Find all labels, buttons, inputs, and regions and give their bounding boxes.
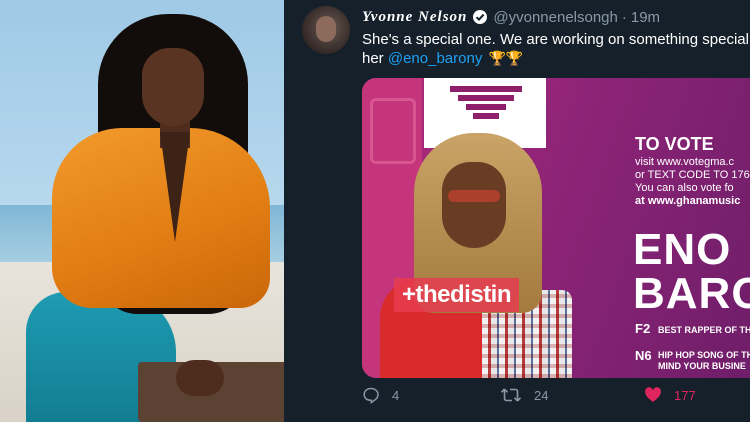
category-code: F2 [635, 321, 651, 336]
reply-icon [363, 387, 379, 404]
tweet-timestamp[interactable]: 19m [631, 9, 660, 26]
tweet-card: Yvonne Nelson @yvonnenelsongh · 19m She'… [284, 0, 750, 422]
reply-button[interactable]: 4 [362, 386, 399, 404]
nominee-face [442, 162, 506, 248]
nominee-first-name: ENO [633, 225, 732, 274]
verified-badge-icon [472, 9, 488, 25]
vote-title: TO VOTE [635, 134, 714, 154]
trophy-icon: 🏆🏆 [488, 50, 524, 66]
avatar[interactable] [302, 6, 350, 54]
watermark: +thedistin [394, 278, 520, 312]
tweet-text: She's a special one. We are working on s… [362, 30, 750, 68]
like-button[interactable]: 177 [644, 386, 696, 404]
vote-line: or TEXT CODE TO 176 [635, 169, 750, 181]
nominee-last-name: BARO [633, 269, 750, 318]
photo-hand [176, 360, 224, 396]
watermark-text: +thedistin [402, 281, 512, 308]
avatar-face [316, 16, 336, 42]
heart-icon [645, 387, 661, 402]
photo-face [142, 48, 204, 126]
photo-orange-blazer [52, 128, 270, 308]
tweet-actions: 4 24 177 [362, 386, 742, 408]
vote-line: visit www.votegma.c [635, 156, 735, 168]
logo-bar [473, 113, 499, 119]
category-description: HIP HOP SONG OF TH [658, 350, 750, 360]
display-name[interactable]: Yvonne Nelson [362, 9, 467, 26]
retweet-icon [500, 388, 522, 402]
mention-link[interactable]: @eno_barony [388, 50, 482, 67]
category-description: BEST RAPPER OF TH [658, 325, 750, 335]
separator-dot: · [621, 8, 627, 26]
vote-instructions: visit www.votegma.c or TEXT CODE TO 176 … [635, 156, 750, 208]
retweet-count: 24 [534, 387, 549, 403]
user-handle[interactable]: @yvonnenelsongh [493, 9, 617, 26]
award-logo-icon [450, 86, 522, 122]
song-title: MIND YOUR BUSINE [658, 361, 746, 371]
like-count: 177 [674, 387, 696, 403]
vote-line: at www.ghanamusic [635, 195, 741, 207]
celebrity-photo [0, 0, 284, 422]
vote-line: You can also vote fo [635, 182, 734, 194]
tweet-media-image[interactable]: +thedistin TO VOTE visit www.votegma.c o… [362, 78, 750, 378]
logo-bar [450, 86, 522, 92]
tweet-header: Yvonne Nelson @yvonnenelsongh · 19m [362, 7, 660, 27]
tweet-text-line1: She's a special one. We are working on s… [362, 31, 749, 48]
reply-count: 4 [392, 387, 400, 403]
retweet-button[interactable]: 24 [500, 386, 548, 404]
category-code: N6 [635, 348, 652, 363]
logo-bar [458, 95, 514, 101]
logo-bar [466, 104, 506, 110]
nominee-eye-makeup [448, 190, 500, 202]
tweet-text-line2: her @eno_barony 🏆🏆 [362, 49, 750, 68]
tweet-text-prefix: her [362, 50, 388, 67]
